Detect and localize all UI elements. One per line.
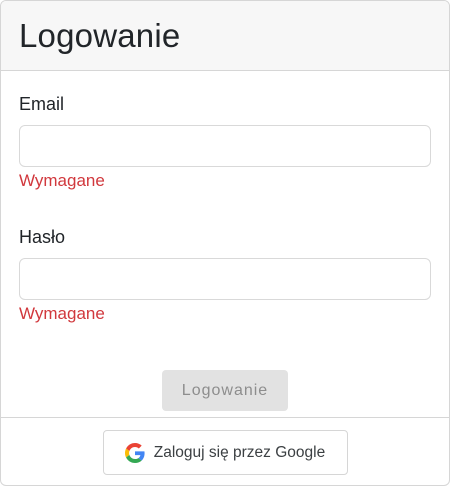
google-icon	[124, 442, 145, 463]
email-field[interactable]	[19, 125, 431, 167]
password-group: Hasło Wymagane	[19, 226, 431, 327]
password-field[interactable]	[19, 258, 431, 300]
login-card: Logowanie Email Wymagane Hasło Wymagane …	[0, 0, 450, 486]
google-login-label: Zaloguj się przez Google	[153, 443, 326, 461]
login-form: Email Wymagane Hasło Wymagane Logowanie	[1, 71, 449, 417]
page-title: Logowanie	[19, 16, 181, 54]
login-button[interactable]: Logowanie	[162, 370, 288, 411]
email-label: Email	[19, 94, 65, 114]
email-group: Email Wymagane	[19, 93, 431, 194]
card-footer: Zaloguj się przez Google	[1, 417, 449, 485]
email-error: Wymagane	[19, 171, 105, 190]
card-header: Logowanie	[1, 1, 449, 71]
password-label: Hasło	[19, 227, 66, 247]
password-error: Wymagane	[19, 304, 105, 323]
submit-row: Logowanie	[19, 370, 431, 411]
google-login-button[interactable]: Zaloguj się przez Google	[102, 430, 348, 475]
